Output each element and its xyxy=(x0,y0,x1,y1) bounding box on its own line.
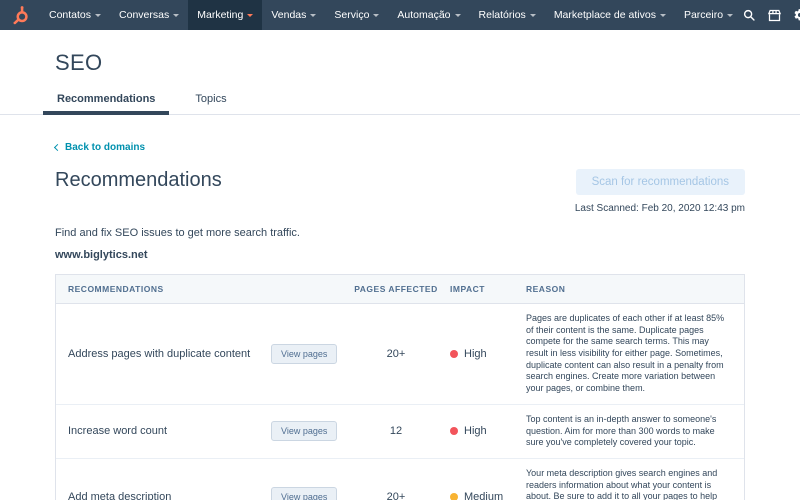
pages-affected-value: 12 xyxy=(346,425,446,437)
impact-cell: Medium xyxy=(446,491,521,500)
impact-label: High xyxy=(464,425,487,437)
chevron-down-icon xyxy=(310,14,316,17)
table-body: Address pages with duplicate content Vie… xyxy=(56,304,744,500)
section-heading: Recommendations xyxy=(55,169,222,192)
back-to-domains-link[interactable]: Back to domains xyxy=(55,142,145,153)
impact-cell: High xyxy=(446,425,521,437)
nav-item-label: Marketing xyxy=(197,9,243,21)
recommendations-table: RECOMMENDATIONS PAGES AFFECTED IMPACT RE… xyxy=(55,274,745,500)
nav-item-label: Automação xyxy=(397,9,450,21)
chevron-down-icon xyxy=(373,14,379,17)
impact-label: High xyxy=(464,348,487,360)
chevron-left-icon xyxy=(54,144,61,151)
view-pages-button[interactable]: View pages xyxy=(271,421,337,441)
page-header: SEO xyxy=(0,30,800,76)
tab-label: Recommendations xyxy=(57,93,155,105)
column-header-impact: IMPACT xyxy=(446,275,521,303)
impact-label: Medium xyxy=(464,491,503,500)
chevron-down-icon xyxy=(95,14,101,17)
nav-item-relatorios[interactable]: Relatórios xyxy=(470,0,545,30)
search-icon[interactable] xyxy=(742,8,756,22)
nav-item-automacao[interactable]: Automação xyxy=(388,0,469,30)
tabs-bar: Recommendations Topics xyxy=(0,89,800,115)
pages-affected-value: 20+ xyxy=(346,491,446,500)
domain-name: www.biglytics.net xyxy=(55,249,745,261)
marketplace-icon[interactable] xyxy=(767,8,782,23)
chevron-down-icon xyxy=(660,14,666,17)
tab-recommendations[interactable]: Recommendations xyxy=(55,89,157,114)
nav-item-label: Conversas xyxy=(119,9,169,21)
back-link-label: Back to domains xyxy=(65,142,145,153)
nav-item-label: Relatórios xyxy=(479,9,526,21)
chevron-down-icon xyxy=(173,14,179,17)
chevron-down-icon xyxy=(530,14,536,17)
table-row: Address pages with duplicate content Vie… xyxy=(56,304,744,404)
reason-text: Top content is an in-depth answer to som… xyxy=(521,412,744,451)
table-row: Add meta description View pages 20+ Medi… xyxy=(56,458,744,500)
nav-item-marketplace-de-ativos[interactable]: Marketplace de ativos xyxy=(545,0,675,30)
impact-dot-icon xyxy=(450,427,458,435)
table-header-row: RECOMMENDATIONS PAGES AFFECTED IMPACT RE… xyxy=(56,275,744,304)
column-header-recommendations: RECOMMENDATIONS xyxy=(56,275,271,303)
view-pages-button[interactable]: View pages xyxy=(271,344,337,364)
recommendation-name: Increase word count xyxy=(56,425,271,437)
impact-dot-icon xyxy=(450,493,458,500)
tab-label: Topics xyxy=(195,93,226,105)
nav-item-servico[interactable]: Serviço xyxy=(325,0,388,30)
view-pages-button[interactable]: View pages xyxy=(271,487,337,500)
chevron-down-icon xyxy=(247,14,253,17)
nav-item-contatos[interactable]: Contatos xyxy=(40,0,110,30)
reason-text: Your meta description gives search engin… xyxy=(521,466,744,500)
impact-cell: High xyxy=(446,348,521,360)
nav-item-conversas[interactable]: Conversas xyxy=(110,0,188,30)
nav-item-label: Parceiro xyxy=(684,9,723,21)
reason-text: Pages are duplicates of each other if at… xyxy=(521,311,744,397)
nav-item-parceiro[interactable]: Parceiro xyxy=(675,0,742,30)
chevron-down-icon xyxy=(727,14,733,17)
impact-dot-icon xyxy=(450,350,458,358)
top-navigation: Contatos Conversas Marketing Vendas Serv… xyxy=(0,0,800,30)
scan-for-recommendations-button[interactable]: Scan for recommendations xyxy=(576,169,745,195)
chevron-down-icon xyxy=(455,14,461,17)
nav-item-marketing[interactable]: Marketing xyxy=(188,0,262,30)
gear-icon[interactable] xyxy=(793,8,800,22)
tab-topics[interactable]: Topics xyxy=(193,89,228,114)
column-header-reason: REASON xyxy=(521,275,744,303)
column-header-spacer xyxy=(271,280,346,298)
recommendation-name: Add meta description xyxy=(56,491,271,500)
page-title: SEO xyxy=(55,50,745,76)
nav-item-label: Vendas xyxy=(271,9,306,21)
nav-item-label: Contatos xyxy=(49,9,91,21)
table-row: Increase word count View pages 12 High T… xyxy=(56,404,744,458)
last-scanned-text: Last Scanned: Feb 20, 2020 12:43 pm xyxy=(575,203,745,214)
recommendation-name: Address pages with duplicate content xyxy=(56,348,271,360)
nav-item-label: Marketplace de ativos xyxy=(554,9,656,21)
hubspot-logo-icon[interactable] xyxy=(10,5,30,25)
section-subtitle: Find and fix SEO issues to get more sear… xyxy=(55,227,745,239)
main-content: Back to domains Recommendations Scan for… xyxy=(0,115,800,261)
nav-item-vendas[interactable]: Vendas xyxy=(262,0,325,30)
column-header-pages-affected: PAGES AFFECTED xyxy=(346,275,446,303)
nav-utilities: biglytics.net xyxy=(742,6,800,24)
pages-affected-value: 20+ xyxy=(346,348,446,360)
nav-item-label: Serviço xyxy=(334,9,369,21)
